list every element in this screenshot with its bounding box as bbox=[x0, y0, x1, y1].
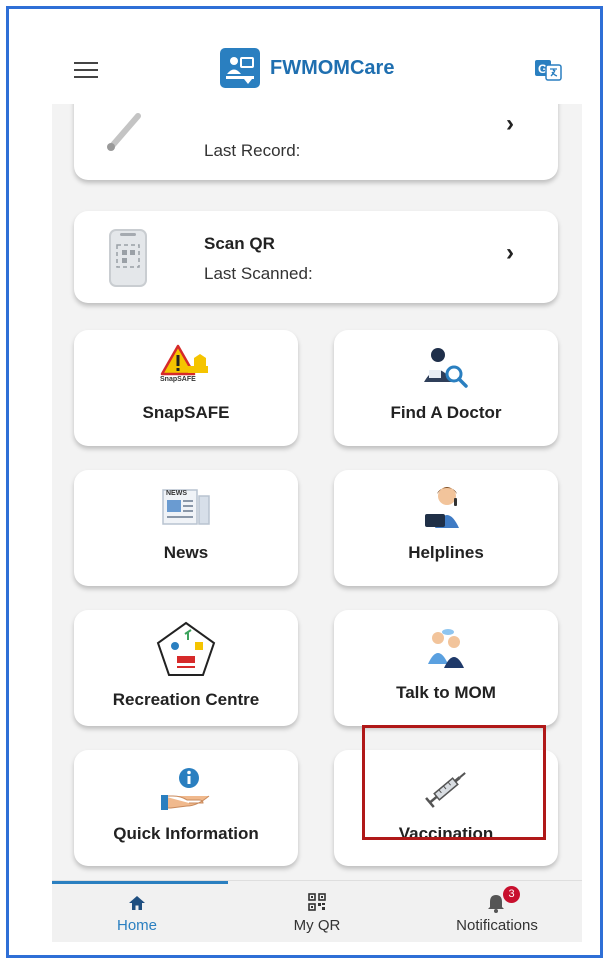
tile-label: Recreation Centre bbox=[112, 690, 260, 709]
snapsafe-warning-icon: SnapSAFE bbox=[160, 344, 212, 386]
nav-my-qr[interactable]: My QR bbox=[262, 881, 372, 942]
chevron-right-icon: › bbox=[506, 110, 514, 137]
newspaper-icon: NEWS bbox=[161, 486, 211, 528]
tile-snapsafe[interactable]: SnapSAFE SnapSAFE bbox=[74, 330, 298, 446]
app-screen: FWMOMCare G Last Record: › Scan QR Last … bbox=[52, 32, 582, 942]
home-content: Last Record: › Scan QR Last Scanned: › S… bbox=[52, 84, 582, 880]
news-icon-caption: NEWS bbox=[166, 490, 187, 497]
tile-label: Talk to MOM bbox=[396, 683, 496, 702]
translate-icon[interactable]: G bbox=[534, 58, 562, 82]
bottom-navigation: Home My QR 3 Notifications bbox=[52, 880, 582, 942]
scan-qr-card[interactable]: Scan QR Last Scanned: › bbox=[74, 211, 558, 303]
tile-label: Find A Doctor bbox=[390, 403, 502, 422]
recreation-centre-icon bbox=[155, 620, 217, 678]
nav-label: My QR bbox=[293, 917, 341, 934]
top-app-bar: FWMOMCare G bbox=[52, 32, 582, 104]
fwmomcare-logo-icon bbox=[220, 48, 260, 88]
hamburger-menu-icon[interactable] bbox=[74, 62, 98, 78]
app-logo: FWMOMCare bbox=[220, 48, 394, 88]
scan-qr-title: Scan QR bbox=[204, 234, 275, 253]
nav-home[interactable]: Home bbox=[82, 881, 192, 942]
home-icon bbox=[128, 895, 146, 911]
qr-scanner-icon bbox=[108, 228, 148, 288]
nav-notifications[interactable]: 3 Notifications bbox=[437, 881, 557, 942]
nav-label: Home bbox=[116, 917, 157, 934]
tile-quick-information[interactable]: Quick Information bbox=[74, 750, 298, 866]
app-title: FWMOMCare bbox=[270, 56, 395, 79]
doctor-search-icon bbox=[421, 346, 471, 388]
tile-news[interactable]: NEWS News bbox=[74, 470, 298, 586]
tile-talk-to-mom[interactable]: Talk to MOM bbox=[334, 610, 558, 726]
tile-find-a-doctor[interactable]: Find A Doctor bbox=[334, 330, 558, 446]
info-hand-icon bbox=[159, 766, 213, 812]
chevron-right-icon: › bbox=[506, 239, 514, 266]
talk-people-icon bbox=[424, 628, 468, 668]
qr-code-icon bbox=[308, 893, 326, 911]
last-record-label: Last Record: bbox=[204, 141, 301, 160]
helpline-agent-icon bbox=[421, 484, 471, 530]
snapsafe-icon-caption: SnapSAFE bbox=[160, 376, 196, 383]
tile-helplines[interactable]: Helplines bbox=[334, 470, 558, 586]
notification-count-badge: 3 bbox=[503, 886, 520, 903]
tile-label: SnapSAFE bbox=[142, 403, 230, 422]
tile-label: Quick Information bbox=[113, 824, 259, 843]
thermometer-icon bbox=[100, 106, 146, 152]
tile-label: News bbox=[163, 543, 209, 562]
tile-recreation-centre[interactable]: Recreation Centre bbox=[74, 610, 298, 726]
tile-label: Helplines bbox=[408, 543, 484, 562]
last-scanned-label: Last Scanned: bbox=[204, 264, 313, 283]
nav-label: Notifications bbox=[456, 917, 538, 934]
vaccination-highlight-box bbox=[362, 725, 546, 840]
